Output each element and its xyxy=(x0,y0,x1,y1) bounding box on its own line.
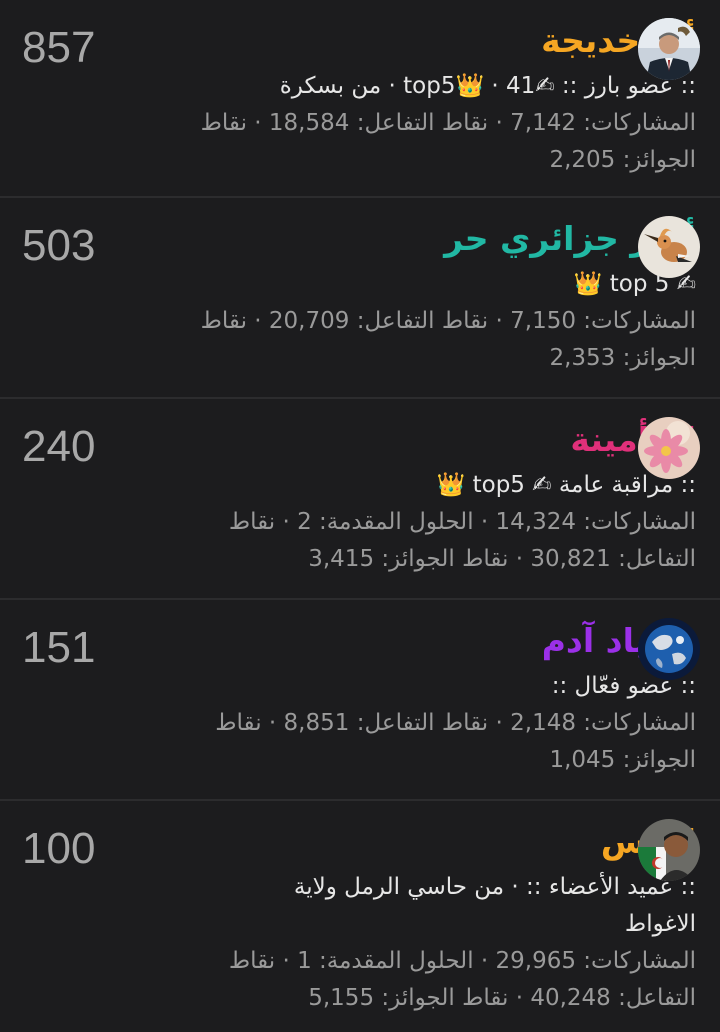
list-item[interactable]: 100 إلياس :: عميد الأعضاء :: · من حاسي ا… xyxy=(0,801,720,1032)
member-awards: التفاعل: 30,821 · نقاط الجوائز: 3,415 xyxy=(308,546,696,572)
member-name[interactable]: أبو خديجة xyxy=(100,14,696,68)
man-with-flag-avatar[interactable] xyxy=(638,819,700,881)
member-stats: المشاركات: 14,324 · الحلول المقدمة: 2 · … xyxy=(228,509,696,535)
member-title: :: مراقبة عامة ✍ top5 👑 xyxy=(436,472,696,498)
list-item[interactable]: 240 ام أمينة :: مراقبة عامة ✍ top5 👑 الم… xyxy=(0,399,720,600)
member-title: :: عضو بارز :: ✍top5👑 · 41 · من بسكرة xyxy=(279,73,696,99)
member-name[interactable]: إلياس xyxy=(100,815,696,869)
member-score: 240 xyxy=(22,422,96,471)
member-awards: الجوائز: 2,205 xyxy=(549,147,696,173)
member-stats: المشاركات: 7,142 · نقاط التفاعل: 18,584 … xyxy=(200,110,696,136)
member-stats: المشاركات: 7,150 · نقاط التفاعل: 20,709 … xyxy=(200,308,696,334)
member-title: :: عضو فعّال :: xyxy=(551,673,696,699)
member-name[interactable]: أمير جزائري حر xyxy=(100,212,696,266)
list-item[interactable]: 151 حفياد آدم :: عضو فعّال :: المشاركات:… xyxy=(0,600,720,801)
member-title: ✍ top 5 👑 xyxy=(573,271,696,297)
member-stats: المشاركات: 29,965 · الحلول المقدمة: 1 · … xyxy=(228,948,696,974)
list-item[interactable]: 503 أمير جزائري حر ✍ top 5 👑 المشاركات: … xyxy=(0,198,720,399)
member-awards: التفاعل: 40,248 · نقاط الجوائز: 5,155 xyxy=(308,985,696,1011)
member-score: 857 xyxy=(22,23,96,72)
member-stats: المشاركات: 2,148 · نقاط التفاعل: 8,851 ·… xyxy=(215,710,696,736)
list-item[interactable]: 857 أبو خديجة :: عضو بارز :: ✍top5👑 · 41… xyxy=(0,0,720,198)
member-score: 151 xyxy=(22,623,96,672)
member-name[interactable]: حفياد آدم xyxy=(100,614,696,668)
member-title-continued: الاغواط xyxy=(624,911,696,937)
member-name[interactable]: ام أمينة xyxy=(100,413,696,467)
member-title: :: عميد الأعضاء :: · من حاسي الرمل ولاية xyxy=(293,874,696,900)
members-list: 857 أبو خديجة :: عضو بارز :: ✍top5👑 · 41… xyxy=(0,0,720,1032)
earth-globe-avatar[interactable] xyxy=(638,618,700,680)
member-score: 100 xyxy=(22,824,96,873)
hoopoe-bird-avatar[interactable] xyxy=(638,216,700,278)
man-in-suit-avatar[interactable] xyxy=(638,18,700,80)
member-awards: الجوائز: 1,045 xyxy=(549,747,696,773)
member-awards: الجوائز: 2,353 xyxy=(549,345,696,371)
pink-flower-avatar[interactable] xyxy=(638,417,700,479)
member-score: 503 xyxy=(22,221,96,270)
